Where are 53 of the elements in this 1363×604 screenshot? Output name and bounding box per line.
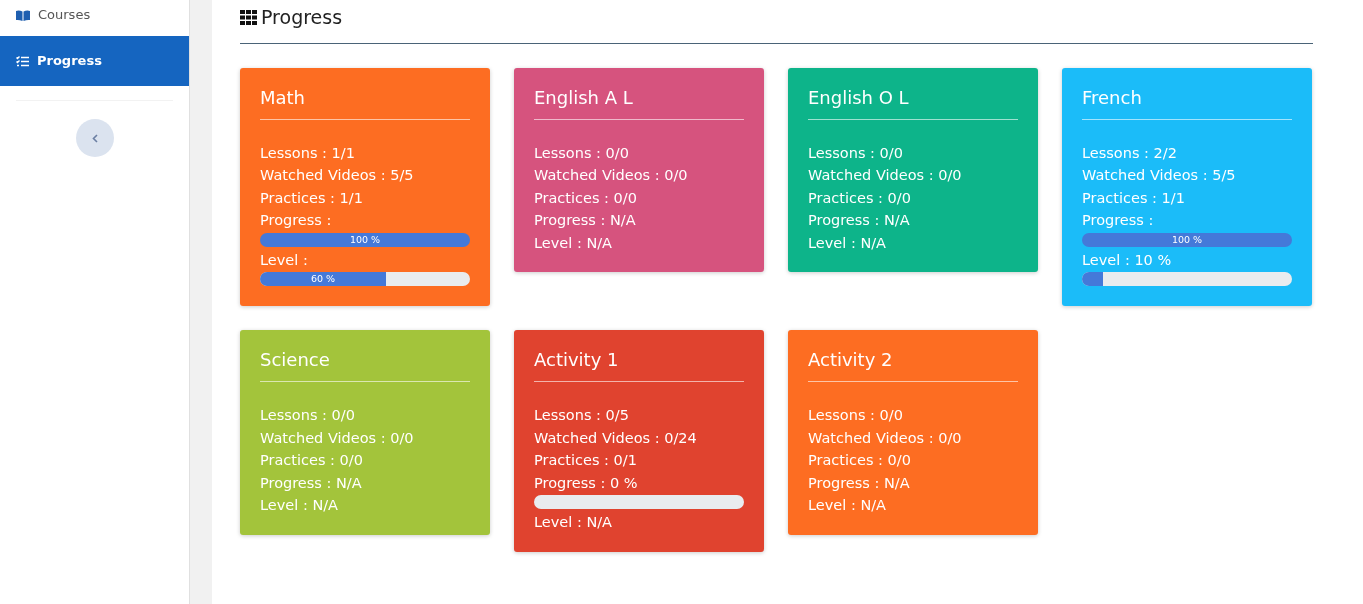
collapse-button[interactable]	[75, 119, 114, 157]
checklist-icon	[16, 55, 29, 67]
book-icon	[16, 9, 30, 21]
card-title: Activity 1	[534, 346, 744, 383]
stat-text: Watched Videos : 0/0	[534, 166, 689, 186]
stat-text: Progress : N/A	[260, 473, 363, 493]
card-title: Science	[260, 346, 470, 383]
stat-text: Progress :	[1082, 211, 1155, 231]
stat-text: Practices : 0/0	[534, 188, 638, 208]
stat-text: Level :	[260, 250, 309, 270]
stat-text: Watched Videos : 5/5	[260, 166, 415, 186]
stat-text: Practices : 0/0	[260, 451, 364, 471]
stat-text: Level : N/A	[534, 233, 614, 253]
stat-text: Practices : 0/1	[534, 451, 638, 471]
stat-text: Watched Videos : 0/0	[260, 428, 415, 448]
stat-text: Lessons : 0/0	[808, 406, 904, 426]
stat-text: Watched Videos : 0/0	[808, 428, 963, 448]
stat-text: Progress :	[260, 211, 333, 231]
stat-text: Practices : 0/0	[808, 188, 912, 208]
stat-text: Lessons : 0/0	[260, 406, 356, 426]
stat-text: Practices : 1/1	[260, 188, 364, 208]
stat-text: Level : 10 %	[1082, 250, 1173, 270]
stat-text: Progress : N/A	[808, 211, 911, 231]
card-title: French	[1082, 83, 1292, 120]
card-title: English A L	[534, 83, 744, 120]
card-title: English O L	[808, 83, 1018, 120]
stat-text: Progress : 0 %	[534, 473, 639, 493]
stat-text: Level : N/A	[260, 496, 340, 516]
stat-text: Level : N/A	[534, 513, 614, 533]
stat-text: Lessons : 0/5	[534, 406, 630, 426]
stat-text: Progress : N/A	[534, 211, 637, 231]
card-title: Math	[260, 83, 470, 120]
stat-text: Watched Videos : 0/0	[808, 166, 963, 186]
sidebar-item[interactable]: Courses	[0, 0, 189, 36]
page-title: Progress	[240, 6, 1313, 29]
stat-text: Practices : 0/0	[808, 451, 912, 471]
chevron-left-icon	[91, 133, 98, 143]
stat-text: Lessons : 1/1	[260, 143, 356, 163]
stat-text: Level : N/A	[808, 233, 888, 253]
progress-fill: 60 %	[260, 272, 386, 287]
card-title: Activity 2	[808, 346, 1018, 383]
progress-fill: 100 %	[260, 232, 470, 247]
stat-text: Watched Videos : 0/24	[534, 428, 698, 448]
stat-text: Lessons : 2/2	[1082, 143, 1178, 163]
stat-text: Level : N/A	[808, 496, 888, 516]
stat-text: Watched Videos : 5/5	[1082, 166, 1237, 186]
progress-fill: 100 %	[1082, 232, 1292, 247]
stat-text: Practices : 1/1	[1082, 188, 1186, 208]
stat-text: Lessons : 0/0	[808, 143, 904, 163]
stat-text: Progress : N/A	[808, 473, 911, 493]
grid-icon	[240, 9, 257, 25]
sidebar-item[interactable]: Progress	[0, 36, 189, 86]
stat-text: Lessons : 0/0	[534, 143, 630, 163]
